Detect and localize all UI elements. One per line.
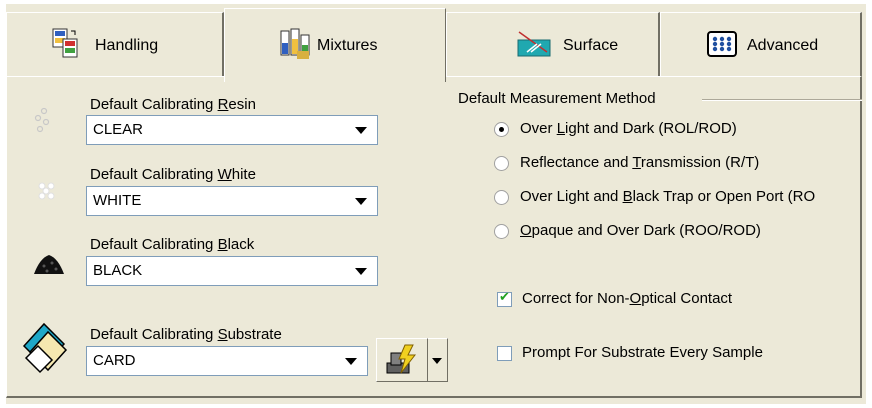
- handling-icon: [51, 27, 81, 65]
- substrate-icon: [20, 318, 76, 378]
- tab-surface-label: Surface: [563, 36, 619, 54]
- option-r-t-label[interactable]: Reflectance and Transmission (R/T): [520, 154, 759, 171]
- tab-mixtures[interactable]: Mixtures: [224, 8, 446, 82]
- black-select[interactable]: BLACK: [86, 256, 378, 286]
- substrate-action-button[interactable]: [376, 338, 428, 382]
- prompt-substrate-label[interactable]: Prompt For Substrate Every Sample: [522, 344, 763, 361]
- chevron-down-icon: [432, 358, 442, 364]
- white-label: Default Calibrating White: [90, 166, 256, 183]
- substrate-select[interactable]: CARD: [86, 346, 368, 376]
- advanced-icon: [707, 30, 737, 61]
- correct-contact-checkbox[interactable]: [497, 290, 512, 307]
- correct-contact-label[interactable]: Correct for Non-Optical Contact: [522, 290, 732, 307]
- tab-handling[interactable]: Handling: [6, 12, 224, 78]
- black-pigment-icon: [32, 252, 66, 282]
- measurement-method-title: Default Measurement Method: [458, 90, 656, 107]
- white-pigment-icon: [36, 180, 58, 206]
- resin-value: CLEAR: [93, 121, 144, 138]
- white-value: WHITE: [93, 192, 142, 209]
- option-black-trap-label[interactable]: Over Light and Black Trap or Open Port (…: [520, 188, 815, 205]
- white-select[interactable]: WHITE: [86, 186, 378, 216]
- mixtures-icon: [279, 27, 311, 65]
- group-divider: [702, 99, 862, 101]
- chevron-down-icon[interactable]: [355, 198, 367, 205]
- measure-lightning-icon: [385, 343, 419, 381]
- chevron-down-icon[interactable]: [355, 268, 367, 275]
- radio-rol-rod[interactable]: [494, 122, 509, 137]
- chevron-down-icon[interactable]: [345, 358, 357, 365]
- radio-r-t[interactable]: [494, 156, 509, 171]
- chevron-down-icon[interactable]: [355, 127, 367, 134]
- tab-advanced-label: Advanced: [747, 36, 819, 54]
- tab-advanced[interactable]: Advanced: [660, 12, 862, 78]
- option-roo-rod-label[interactable]: Opaque and Over Dark (ROO/ROD): [520, 222, 761, 239]
- substrate-label: Default Calibrating Substrate: [90, 326, 282, 343]
- surface-icon: [517, 30, 551, 62]
- resin-select[interactable]: CLEAR: [86, 115, 378, 145]
- tab-mixtures-label: Mixtures: [317, 36, 378, 54]
- tab-handling-label: Handling: [95, 36, 159, 54]
- prompt-substrate-checkbox[interactable]: [497, 346, 512, 361]
- radio-black-trap[interactable]: [494, 190, 509, 205]
- tab-strip: Handling Mixtures Surface Advanced: [6, 8, 862, 82]
- resin-icon: [32, 106, 58, 140]
- black-value: BLACK: [93, 262, 143, 279]
- resin-label: Default Calibrating Resin: [90, 96, 256, 113]
- substrate-value: CARD: [93, 352, 136, 369]
- radio-roo-rod[interactable]: [494, 224, 509, 239]
- tab-surface[interactable]: Surface: [446, 12, 660, 78]
- option-rol-rod-label[interactable]: Over Light and Dark (ROL/ROD): [520, 120, 737, 137]
- black-label: Default Calibrating Black: [90, 236, 255, 253]
- substrate-action-dropdown[interactable]: [428, 338, 448, 382]
